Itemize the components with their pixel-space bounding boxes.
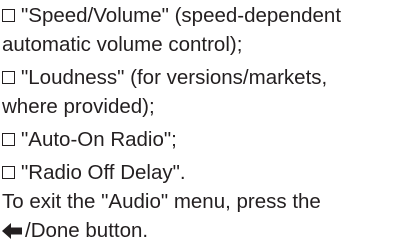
list-item-line: automatic volume control);	[2, 33, 243, 56]
list-item: "Radio Off Delay".	[2, 158, 404, 187]
list-item-line: "Radio Off Delay".	[2, 158, 404, 187]
list-item-text: "Radio Off Delay".	[21, 161, 186, 184]
list-item-text: "Auto-On Radio";	[21, 128, 177, 151]
list-item-line: where provided);	[2, 95, 155, 118]
list-item-text: "Speed/Volume" (speed-dependent	[21, 4, 342, 27]
checkbox-square-icon	[2, 71, 15, 84]
document-page: "Speed/Volume" (speed-dependent automati…	[2, 1, 404, 247]
footer-text: /Done button.	[25, 219, 149, 242]
checkbox-square-icon	[2, 166, 15, 179]
list-item: "Speed/Volume" (speed-dependent automati…	[2, 1, 404, 59]
checkbox-square-icon	[2, 9, 15, 22]
list-item: "Auto-On Radio";	[2, 125, 404, 154]
list-item-text: "Loudness" (for versions/markets,	[21, 66, 328, 89]
footer-line: To exit the "Audio" menu, press the	[2, 190, 321, 213]
checkbox-square-icon	[2, 133, 15, 146]
footer-instruction: To exit the "Audio" menu, press the /Don…	[2, 187, 404, 247]
back-arrow-icon	[2, 218, 22, 247]
footer-line: /Done button.	[2, 216, 404, 247]
list-item-line: "Loudness" (for versions/markets,	[2, 63, 404, 92]
list-item-line: "Speed/Volume" (speed-dependent	[2, 1, 404, 30]
list-item: "Loudness" (for versions/markets, where …	[2, 63, 404, 121]
list-item-line: "Auto-On Radio";	[2, 125, 404, 154]
